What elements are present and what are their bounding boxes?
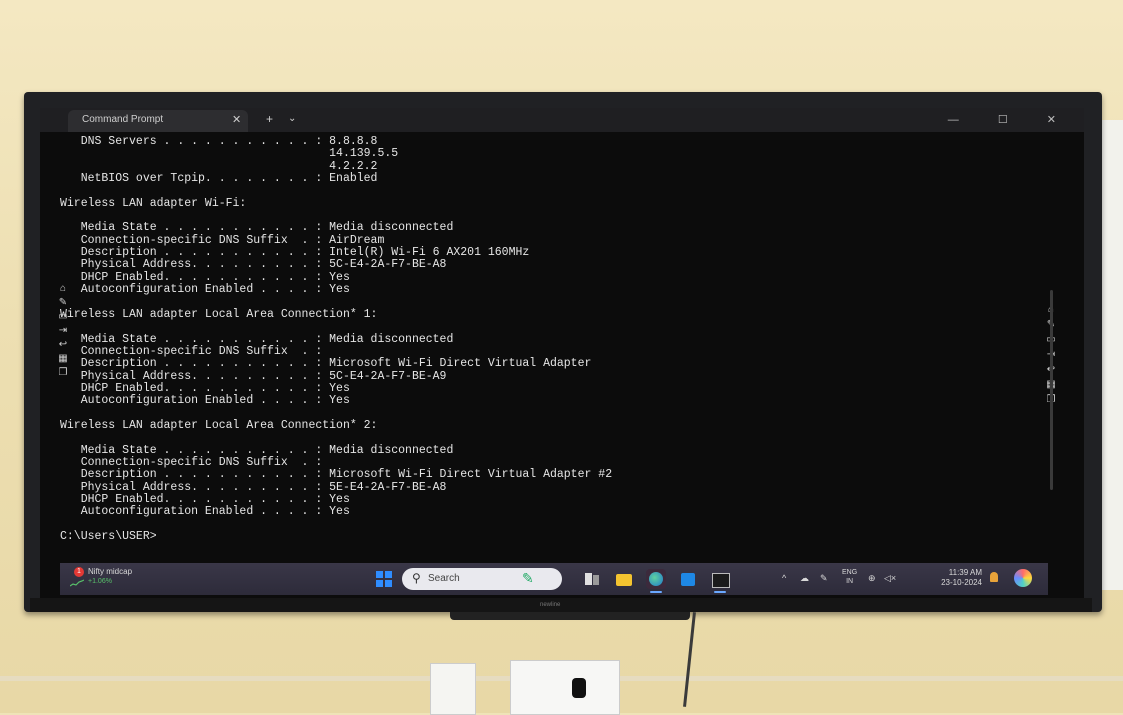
console-line: 14.139.5.5 — [60, 147, 399, 161]
stock-chart-icon — [70, 579, 84, 587]
console-line: Description . . . . . . . . . . . : Micr… — [60, 468, 613, 482]
wall-socket-right — [510, 660, 620, 715]
terminal-app-icon[interactable] — [710, 569, 730, 593]
overlay-toolbar-left: ⌂ ✎ ▭ ⇥ ↩ ▦ ❐ — [56, 282, 70, 380]
system-tray: ^ ☁ ✎ ENG IN ⊕ ◁× 11:39 AM 23-10-2024 — [782, 567, 1042, 591]
task-view-icon[interactable] — [582, 569, 602, 589]
copilot-icon[interactable] — [1014, 569, 1032, 587]
widget-value: +1.06% — [88, 578, 112, 585]
console-line: Autoconfiguration Enabled . . . . : Yes — [60, 505, 350, 519]
console-line: C:\Users\USER> — [60, 530, 157, 543]
wall-socket-left — [430, 663, 476, 715]
console-line: Description . . . . . . . . . . . : Micr… — [60, 357, 592, 371]
language-code: ENG — [842, 569, 858, 576]
date-text: 23-10-2024 — [941, 578, 982, 587]
cloud-icon[interactable]: ☁ — [800, 573, 809, 584]
monitor-bottom-bezel — [30, 598, 1092, 612]
stock-widget[interactable]: 1 Nifty midcap +1.06% — [70, 567, 190, 591]
screen: Command Prompt ✕ + ⌄ — ☐ ✕ DNS Servers .… — [40, 108, 1084, 598]
console-line: NetBIOS over Tcpip. . . . . . . . : Enab… — [60, 172, 378, 186]
terminal-tab-bar: Command Prompt ✕ + ⌄ — ☐ ✕ — [40, 108, 1084, 132]
monitor-brand-logo: newline — [540, 602, 561, 608]
console-line: Physical Address. . . . . . . . . : 5C-E… — [60, 258, 447, 272]
pen-icon[interactable]: ✎ — [820, 573, 828, 584]
clock[interactable]: 11:39 AM 23-10-2024 — [910, 568, 982, 588]
console-scrollbar[interactable] — [1050, 290, 1053, 490]
language-indicator[interactable]: ENG IN — [842, 568, 857, 586]
active-indicator — [650, 591, 662, 593]
file-explorer-icon[interactable] — [614, 569, 634, 589]
volume-muted-icon[interactable]: ◁× — [884, 573, 896, 584]
console-line: Wireless LAN adapter Wi-Fi: — [60, 196, 247, 210]
store-icon[interactable] — [678, 569, 698, 589]
tab-command-prompt[interactable]: Command Prompt ✕ — [68, 110, 248, 132]
notification-bell-icon[interactable] — [990, 572, 998, 582]
apps-icon[interactable]: ▦ — [56, 352, 70, 366]
comment-icon[interactable]: ▭ — [56, 310, 70, 324]
console-line: Media State . . . . . . . . . . . : Medi… — [60, 221, 454, 235]
chevron-up-icon[interactable]: ^ — [782, 573, 786, 583]
console-line: Autoconfiguration Enabled . . . . : Yes — [60, 283, 350, 297]
network-icon[interactable]: ⊕ — [868, 573, 876, 584]
windows-taskbar: 1 Nifty midcap +1.06% ⚲ Search ✎ ^ ☁ ✎ E… — [60, 563, 1048, 595]
taskbar-search[interactable]: ⚲ Search ✎ — [402, 568, 562, 590]
console-line: Wireless LAN adapter Local Area Connecti… — [60, 418, 378, 432]
home-icon[interactable]: ⌂ — [56, 282, 70, 296]
console-output[interactable]: DNS Servers . . . . . . . . . . . : 8.8.… — [60, 135, 1060, 556]
tab-title: Command Prompt — [82, 114, 164, 125]
region-code: IN — [846, 578, 854, 585]
power-plug — [572, 678, 586, 698]
console-line: Media State . . . . . . . . . . . : Medi… — [60, 332, 454, 346]
search-placeholder: Search — [428, 573, 460, 584]
close-tab-icon[interactable]: ✕ — [232, 113, 241, 126]
edit-icon[interactable]: ✎ — [56, 296, 70, 310]
console-line: Wireless LAN adapter Local Area Connecti… — [60, 307, 378, 321]
monitor-stand — [450, 612, 690, 620]
time-text: 11:39 AM — [948, 568, 982, 577]
new-tab-button[interactable]: + — [266, 112, 273, 126]
window-icon[interactable]: ❐ — [56, 366, 70, 380]
window-controls[interactable]: — ☐ ✕ — [948, 113, 1074, 126]
search-highlight-icon: ✎ — [522, 570, 534, 586]
widget-title: Nifty midcap — [88, 567, 133, 576]
notification-badge: 1 — [74, 567, 84, 577]
undo-icon[interactable]: ↩ — [56, 338, 70, 352]
active-indicator — [714, 591, 726, 593]
tab-dropdown-icon[interactable]: ⌄ — [288, 113, 296, 124]
exit-icon[interactable]: ⇥ — [56, 324, 70, 338]
edge-browser-icon[interactable] — [646, 569, 666, 593]
start-button[interactable] — [376, 571, 392, 587]
console-line: Autoconfiguration Enabled . . . . : Yes — [60, 394, 350, 408]
search-icon: ⚲ — [412, 571, 421, 585]
